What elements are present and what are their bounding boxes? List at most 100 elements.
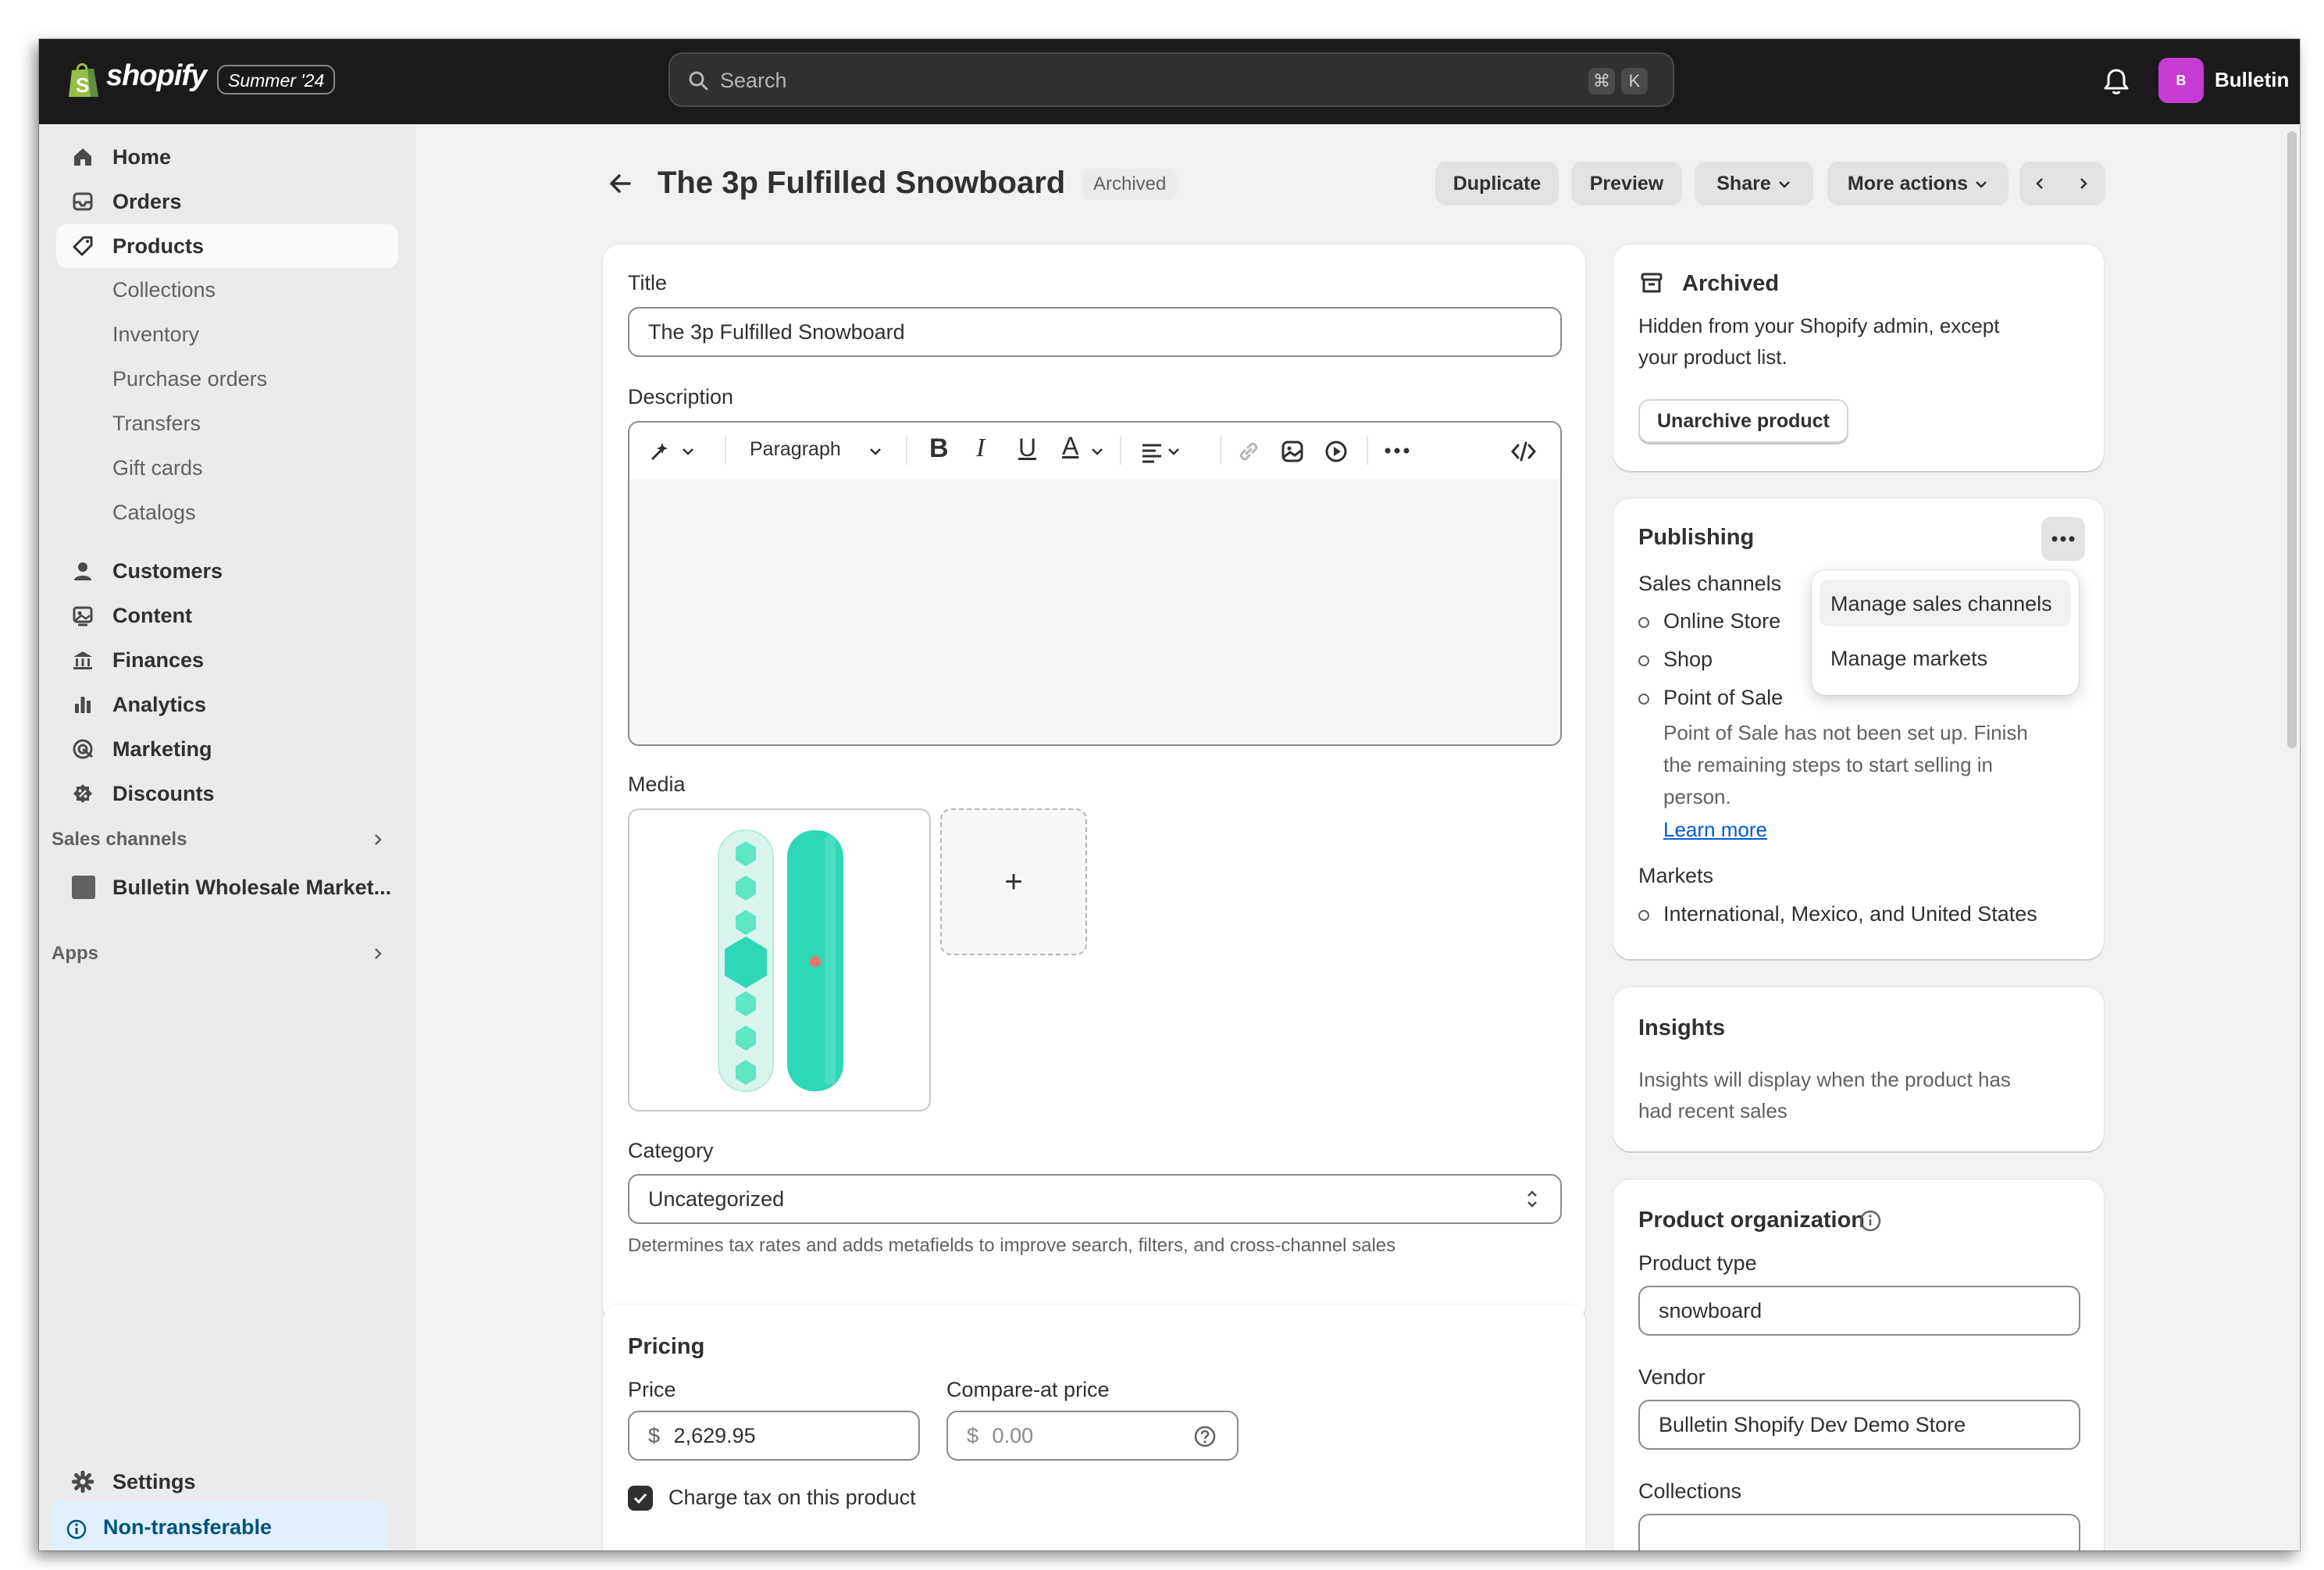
back-arrow-icon[interactable] <box>608 170 634 197</box>
sidebar-subitem-gift-cards[interactable]: Gift cards <box>112 452 203 483</box>
channel-shop: Shop <box>1663 648 1713 671</box>
sidebar-subitem-catalogs[interactable]: Catalogs <box>112 497 196 528</box>
text-color-icon[interactable]: A <box>1062 432 1078 461</box>
product-type-input[interactable]: snowboard <box>1638 1286 2080 1336</box>
add-media-button[interactable]: + <box>940 808 1087 955</box>
magic-icon[interactable] <box>648 440 672 463</box>
store-avatar[interactable]: B <box>2158 58 2204 103</box>
non-transferable-banner[interactable]: Non-transferable <box>52 1501 387 1550</box>
paragraph-style-select[interactable]: Paragraph <box>750 438 841 461</box>
learn-more-link[interactable]: Learn more <box>1663 814 1767 845</box>
align-icon[interactable] <box>1140 440 1164 463</box>
unarchive-product-button[interactable]: Unarchive product <box>1638 399 1848 443</box>
status-badge: Archived <box>1082 169 1178 200</box>
sidebar-item-home[interactable]: Home <box>56 135 398 179</box>
discount-icon <box>73 784 92 803</box>
store-name[interactable]: Bulletin <box>2215 68 2289 92</box>
more-actions-button[interactable]: More actions <box>1827 162 2009 205</box>
sidebar-item-content[interactable]: Content <box>56 594 398 637</box>
insights-text-line2: had recent sales <box>1638 1099 1788 1122</box>
sidebar-item-customers[interactable]: Customers <box>56 549 398 593</box>
menu-item-manage-sales-channels[interactable]: Manage sales channels <box>1820 580 2071 626</box>
sidebar-subitem-purchase-orders[interactable]: Purchase orders <box>112 363 267 394</box>
chevron-down-icon <box>1778 181 1790 189</box>
pos-note-line1: Point of Sale has not been set up. Finis… <box>1663 721 2028 744</box>
sidebar-item-discounts[interactable]: Discounts <box>56 772 398 815</box>
vendor-input[interactable]: Bulletin Shopify Dev Demo Store <box>1638 1400 2080 1450</box>
shopify-wordmark[interactable]: shopify <box>106 59 207 93</box>
italic-icon[interactable]: I <box>976 434 985 463</box>
chevron-left-icon[interactable] <box>2032 176 2048 191</box>
chevron-down-icon[interactable] <box>1090 444 1104 459</box>
chevron-right-icon[interactable] <box>370 832 386 847</box>
toolbar-divider <box>1367 437 1368 465</box>
chevron-down-icon[interactable] <box>1167 444 1181 459</box>
sidebar-section-apps[interactable]: Apps <box>52 943 98 965</box>
compare-at-price-placeholder: 0.00 <box>992 1424 1034 1447</box>
more-horizontal-icon <box>2051 536 2075 542</box>
more-horizontal-icon[interactable] <box>1384 446 1410 455</box>
info-icon <box>66 1519 87 1540</box>
code-icon[interactable] <box>1510 440 1537 463</box>
sidebar-item-marketing[interactable]: Marketing <box>56 727 398 771</box>
chevron-down-icon[interactable] <box>868 444 882 459</box>
sidebar-item-orders[interactable]: Orders <box>56 180 398 223</box>
chevron-right-icon[interactable] <box>370 946 386 962</box>
link-icon[interactable] <box>1237 440 1260 463</box>
sidebar-section-sales-channels[interactable]: Sales channels <box>52 829 187 851</box>
media-thumbnail[interactable] <box>628 808 931 1111</box>
archived-status-card: Archived Hidden from your Shopify admin,… <box>1613 244 2104 471</box>
notification-bell-icon[interactable] <box>2101 66 2132 97</box>
underline-icon[interactable]: U <box>1018 434 1036 462</box>
price-input[interactable]: $ 2,629.95 <box>628 1411 920 1461</box>
share-button[interactable]: Share <box>1695 162 1813 205</box>
publishing-more-button[interactable] <box>2041 517 2085 561</box>
channel-status-dot <box>1638 617 1649 628</box>
category-select[interactable]: Uncategorized <box>628 1174 1562 1224</box>
chevron-down-icon[interactable] <box>681 444 695 459</box>
charge-tax-checkbox[interactable] <box>628 1486 653 1511</box>
sidebar-item-finances[interactable]: Finances <box>56 638 398 682</box>
sidebar-item-analytics[interactable]: Analytics <box>56 683 398 726</box>
video-icon[interactable] <box>1324 440 1348 463</box>
menu-item-manage-markets[interactable]: Manage markets <box>1820 634 2071 681</box>
info-icon[interactable] <box>1859 1209 1882 1233</box>
compare-at-price-input[interactable]: $ 0.00 <box>946 1411 1239 1461</box>
search-icon <box>689 71 708 91</box>
sidebar-item-label: Products <box>112 234 205 258</box>
pager <box>2019 162 2105 205</box>
preview-button[interactable]: Preview <box>1571 162 1682 205</box>
sidebar-subitem-collections[interactable]: Collections <box>112 274 216 305</box>
title-input[interactable]: The 3p Fulfilled Snowboard <box>628 307 1562 357</box>
publishing-title: Publishing <box>1638 525 1755 550</box>
person-icon <box>74 562 91 580</box>
sidebar-item-wholesale-market[interactable]: Bulletin Wholesale Market... <box>112 872 391 903</box>
duplicate-button[interactable]: Duplicate <box>1435 162 1559 205</box>
editor-toolbar: Paragraph B I U A <box>629 423 1560 480</box>
pos-note-line2: the remaining steps to start selling in <box>1663 753 1993 776</box>
shopify-bag-icon[interactable]: S <box>67 61 100 98</box>
collections-input[interactable] <box>1638 1514 2080 1550</box>
product-type-label: Product type <box>1638 1251 1757 1275</box>
help-circle-icon[interactable] <box>1193 1425 1217 1448</box>
currency-symbol: $ <box>967 1424 979 1447</box>
bold-icon[interactable]: B <box>929 434 949 464</box>
chevron-right-icon[interactable] <box>2076 176 2091 191</box>
channel-status-dot <box>1638 694 1649 705</box>
sidebar-subitem-inventory[interactable]: Inventory <box>112 319 199 350</box>
sidebar-item-label: Customers <box>112 559 223 583</box>
search-bar[interactable]: ⌘ K <box>668 52 1674 107</box>
sidebar-item-products[interactable]: Products <box>56 224 398 268</box>
sidebar-item-settings[interactable]: Settings <box>56 1460 398 1504</box>
non-transferable-label: Non-transferable <box>103 1515 273 1539</box>
description-text-area[interactable] <box>629 479 1560 744</box>
archived-description-line2: your product list. <box>1638 345 1788 369</box>
edition-badge[interactable]: Summer '24 <box>217 65 336 95</box>
search-input[interactable] <box>718 62 1542 99</box>
page-scrollbar[interactable] <box>2287 131 2297 748</box>
sidebar-subitem-transfers[interactable]: Transfers <box>112 408 201 439</box>
checkmark-icon <box>633 1493 647 1504</box>
image-icon[interactable] <box>1281 440 1304 463</box>
description-editor[interactable]: Paragraph B I U A <box>628 421 1562 746</box>
shortcut-key-k: K <box>1621 68 1648 95</box>
